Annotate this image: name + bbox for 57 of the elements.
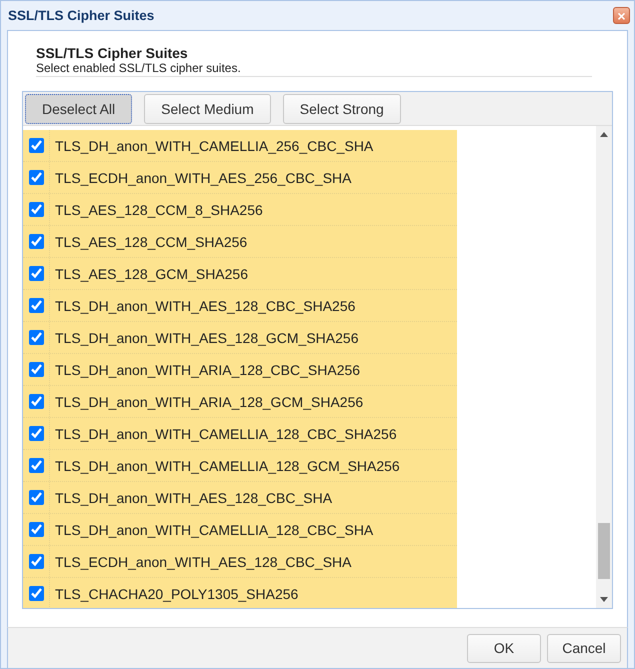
suite-name: TLS_DH_anon_WITH_ARIA_128_CBC_SHA256: [54, 360, 360, 380]
suite-name: TLS_DH_anon_WITH_AES_128_GCM_SHA256: [54, 328, 358, 348]
suite-name: TLS_DH_anon_WITH_ARIA_128_GCM_SHA256: [54, 392, 364, 412]
suite-name: TLS_AES_128_CCM_8_SHA256: [54, 200, 263, 220]
checkbox[interactable]: [28, 554, 44, 569]
checkbox[interactable]: [28, 234, 44, 249]
scroll-up-icon[interactable]: [600, 132, 608, 137]
suite-row[interactable]: TLS_DH_anon_WITH_CAMELLIA_128_CBC_SHA256: [23, 418, 457, 450]
scrollbar[interactable]: [596, 126, 612, 608]
suite-row[interactable]: TLS_DH_anon_WITH_CAMELLIA_128_GCM_SHA256: [23, 450, 457, 482]
suite-row[interactable]: TLS_CHACHA20_POLY1305_SHA256: [23, 578, 457, 608]
scroll-down-icon[interactable]: [600, 597, 608, 602]
section-title: SSL/TLS Cipher Suites: [36, 45, 189, 61]
checkbox[interactable]: [28, 202, 44, 217]
suite-row[interactable]: TLS_AES_128_GCM_SHA256: [23, 258, 457, 290]
suite-row[interactable]: TLS_DH_anon_WITH_AES_128_CBC_SHA: [23, 482, 457, 514]
toolbar-button[interactable]: Select Strong: [282, 94, 401, 124]
checkbox[interactable]: [28, 458, 44, 473]
suite-name: TLS_DH_anon_WITH_CAMELLIA_128_CBC_SHA: [54, 520, 374, 540]
checkbox[interactable]: [28, 170, 44, 185]
toolbar-button[interactable]: Deselect All: [25, 94, 132, 124]
checkbox[interactable]: [28, 394, 44, 409]
checkbox[interactable]: [28, 426, 44, 441]
suite-name: TLS_DH_anon_WITH_AES_128_CBC_SHA256: [54, 296, 356, 316]
checkbox[interactable]: [28, 522, 44, 537]
suite-row[interactable]: TLS_AES_128_CCM_8_SHA256: [23, 194, 457, 226]
suite-name: TLS_ECDH_anon_WITH_AES_256_CBC_SHA: [54, 168, 352, 188]
dialog-button[interactable]: OK: [467, 634, 541, 662]
section-subtitle: Select enabled SSL/TLS cipher suites.: [36, 61, 242, 75]
suite-name: TLS_DH_anon_WITH_AES_128_CBC_SHA: [54, 488, 332, 508]
suite-row[interactable]: TLS_AES_128_CCM_SHA256: [23, 226, 457, 258]
scrollbar-thumb[interactable]: [598, 523, 610, 579]
suite-name: TLS_DH_anon_WITH_CAMELLIA_128_GCM_SHA256: [54, 456, 400, 476]
suite-name: TLS_AES_128_GCM_SHA256: [54, 264, 248, 284]
suite-row[interactable]: TLS_DH_anon_WITH_AES_128_GCM_SHA256: [23, 322, 457, 354]
checkbox[interactable]: [28, 362, 44, 377]
checkbox[interactable]: [28, 490, 44, 505]
checkbox[interactable]: [28, 138, 44, 153]
suite-name: TLS_DH_anon_WITH_CAMELLIA_128_CBC_SHA256: [54, 424, 397, 444]
suite-row[interactable]: TLS_ECDH_anon_WITH_AES_256_CBC_SHA: [23, 162, 457, 194]
suite-row[interactable]: TLS_DH_anon_WITH_ARIA_128_CBC_SHA256: [23, 354, 457, 386]
toolbar-button[interactable]: Select Medium: [144, 94, 271, 124]
suite-row[interactable]: TLS_DH_anon_WITH_CAMELLIA_256_CBC_SHA: [23, 130, 457, 162]
checkbox[interactable]: [28, 586, 44, 601]
suite-row[interactable]: TLS_ECDH_anon_WITH_AES_128_CBC_SHA: [23, 546, 457, 578]
dialog-button[interactable]: Cancel: [547, 634, 621, 662]
suite-row[interactable]: TLS_DH_anon_WITH_AES_128_CBC_SHA256: [23, 290, 457, 322]
suite-row[interactable]: TLS_DH_anon_WITH_ARIA_128_GCM_SHA256: [23, 386, 457, 418]
checkbox[interactable]: [28, 298, 44, 313]
suite-name: TLS_ECDH_anon_WITH_AES_128_CBC_SHA: [54, 552, 352, 572]
suite-name: TLS_AES_128_CCM_SHA256: [54, 232, 248, 252]
suite-row[interactable]: TLS_DH_anon_WITH_CAMELLIA_128_CBC_SHA: [23, 514, 457, 546]
suite-name: TLS_DH_anon_WITH_CAMELLIA_256_CBC_SHA: [54, 136, 374, 156]
suite-name: TLS_CHACHA20_POLY1305_SHA256: [54, 584, 298, 604]
checkbox[interactable]: [28, 266, 44, 281]
checkbox[interactable]: [28, 330, 44, 345]
window-title: SSL/TLS Cipher Suites: [8, 8, 154, 23]
